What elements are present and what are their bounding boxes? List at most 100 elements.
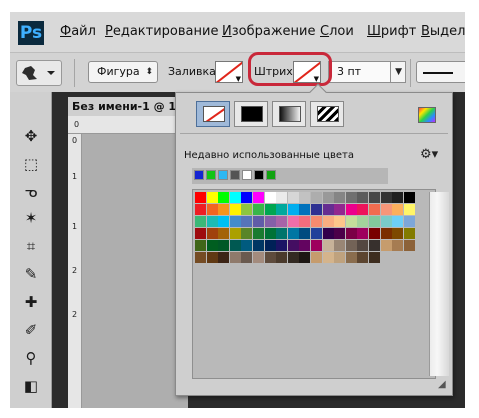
recent-color-swatch[interactable] xyxy=(266,170,276,180)
color-swatch[interactable] xyxy=(287,228,299,239)
move-tool-icon[interactable]: ✥ xyxy=(18,124,44,148)
menu-type[interactable]: Шрифт xyxy=(367,24,416,39)
color-swatch[interactable] xyxy=(206,240,218,251)
color-swatch[interactable] xyxy=(206,252,218,263)
color-swatch[interactable] xyxy=(264,252,276,263)
tool-preset-picker[interactable] xyxy=(16,60,62,86)
color-swatch[interactable] xyxy=(403,192,415,203)
color-swatch[interactable] xyxy=(241,240,253,251)
color-swatch[interactable] xyxy=(206,204,218,215)
color-swatch[interactable] xyxy=(369,252,380,263)
color-swatch[interactable] xyxy=(195,228,206,239)
color-swatch[interactable] xyxy=(253,204,264,215)
color-swatch[interactable] xyxy=(369,228,380,239)
color-swatch[interactable] xyxy=(241,192,253,203)
color-swatch[interactable] xyxy=(299,240,311,251)
color-swatch[interactable] xyxy=(392,240,404,251)
color-swatch[interactable] xyxy=(334,228,346,239)
color-swatch[interactable] xyxy=(299,204,311,215)
color-swatch[interactable] xyxy=(253,228,264,239)
healing-tool-icon[interactable]: ✚ xyxy=(18,290,44,314)
color-swatch[interactable] xyxy=(403,204,415,215)
color-swatch[interactable] xyxy=(299,216,311,227)
color-swatch[interactable] xyxy=(322,204,334,215)
color-swatch[interactable] xyxy=(392,192,404,203)
color-swatch[interactable] xyxy=(403,228,415,239)
color-swatch[interactable] xyxy=(357,240,369,251)
recent-color-swatch[interactable] xyxy=(242,170,252,180)
color-swatch[interactable] xyxy=(311,228,322,239)
clone-stamp-tool-icon[interactable]: ⚲ xyxy=(18,346,44,370)
color-swatch[interactable] xyxy=(392,204,404,215)
color-swatch[interactable] xyxy=(311,252,322,263)
color-swatch[interactable] xyxy=(218,204,230,215)
color-picker-icon[interactable] xyxy=(418,107,436,123)
color-swatch[interactable] xyxy=(345,204,357,215)
color-swatch[interactable] xyxy=(299,252,311,263)
color-swatch[interactable] xyxy=(345,228,357,239)
color-swatch[interactable] xyxy=(218,252,230,263)
color-swatch[interactable] xyxy=(334,252,346,263)
color-swatch[interactable] xyxy=(229,204,241,215)
color-swatch[interactable] xyxy=(264,216,276,227)
color-swatch[interactable] xyxy=(287,252,299,263)
color-swatch[interactable] xyxy=(369,240,380,251)
gear-icon[interactable]: ⚙▾ xyxy=(420,147,438,162)
menu-image[interactable]: Изображение xyxy=(222,24,316,39)
color-swatch[interactable] xyxy=(229,252,241,263)
color-swatch[interactable] xyxy=(345,252,357,263)
recent-color-swatch[interactable] xyxy=(230,170,240,180)
color-swatch[interactable] xyxy=(229,192,241,203)
crop-tool-icon[interactable]: ⌗ xyxy=(18,234,44,258)
color-swatch[interactable] xyxy=(322,216,334,227)
color-swatch[interactable] xyxy=(253,192,264,203)
color-swatch[interactable] xyxy=(357,228,369,239)
color-swatch[interactable] xyxy=(218,216,230,227)
color-swatch[interactable] xyxy=(322,252,334,263)
color-swatch[interactable] xyxy=(357,252,369,263)
color-swatch[interactable] xyxy=(299,192,311,203)
color-swatch[interactable] xyxy=(195,240,206,251)
color-swatch[interactable] xyxy=(392,216,404,227)
color-swatch[interactable] xyxy=(369,192,380,203)
color-swatch[interactable] xyxy=(264,240,276,251)
fill-type-none-button[interactable] xyxy=(196,101,230,127)
color-swatch[interactable] xyxy=(334,204,346,215)
brush-tool-icon[interactable]: ✐ xyxy=(18,318,44,342)
color-swatch[interactable] xyxy=(369,204,380,215)
color-swatch[interactable] xyxy=(380,204,392,215)
recent-color-swatch[interactable] xyxy=(254,170,264,180)
color-swatch[interactable] xyxy=(334,240,346,251)
recent-color-swatch[interactable] xyxy=(206,170,216,180)
fill-type-gradient-button[interactable] xyxy=(272,101,306,127)
color-swatch[interactable] xyxy=(334,216,346,227)
color-swatch[interactable] xyxy=(380,192,392,203)
color-swatch[interactable] xyxy=(253,240,264,251)
color-swatch[interactable] xyxy=(241,216,253,227)
color-swatch[interactable] xyxy=(241,252,253,263)
color-swatch[interactable] xyxy=(264,192,276,203)
color-swatch[interactable] xyxy=(392,228,404,239)
color-swatch[interactable] xyxy=(218,228,230,239)
magic-wand-tool-icon[interactable]: ✶ xyxy=(18,206,44,230)
eyedropper-tool-icon[interactable]: ✎ xyxy=(18,262,44,286)
color-swatch[interactable] xyxy=(241,204,253,215)
menu-edit[interactable]: Редактирование xyxy=(105,24,218,39)
color-swatch[interactable] xyxy=(345,240,357,251)
recent-color-swatch[interactable] xyxy=(194,170,204,180)
color-swatch[interactable] xyxy=(357,204,369,215)
lasso-tool-icon[interactable]: ᓀ xyxy=(18,180,44,204)
shape-mode-select[interactable]: Фигура ⬍ xyxy=(88,61,158,83)
color-swatch[interactable] xyxy=(229,228,241,239)
color-swatch[interactable] xyxy=(206,216,218,227)
color-swatch[interactable] xyxy=(276,252,288,263)
recent-color-swatch[interactable] xyxy=(218,170,228,180)
color-swatch[interactable] xyxy=(403,240,415,251)
color-swatch[interactable] xyxy=(322,240,334,251)
color-swatch[interactable] xyxy=(380,240,392,251)
color-swatch[interactable] xyxy=(345,192,357,203)
color-swatch[interactable] xyxy=(357,192,369,203)
color-swatch[interactable] xyxy=(357,216,369,227)
color-swatch[interactable] xyxy=(195,204,206,215)
color-swatch[interactable] xyxy=(218,192,230,203)
